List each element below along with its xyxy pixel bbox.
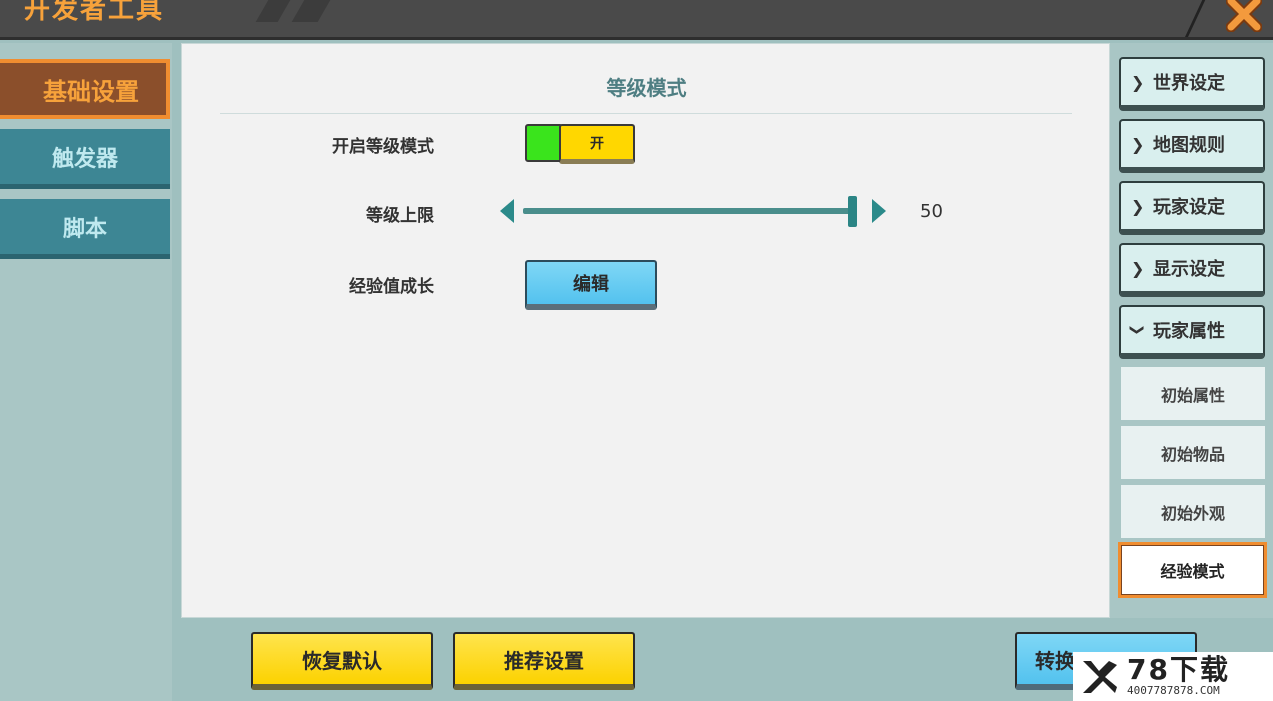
- category-label: 玩家设定: [1153, 197, 1225, 218]
- watermark-text: 78下载: [1127, 653, 1230, 686]
- close-button[interactable]: [1218, 0, 1270, 34]
- chevron-right-icon: ❯: [1131, 134, 1145, 154]
- chevron-right-icon: ❯: [1131, 196, 1145, 216]
- settings-panel: 等级模式 开启等级模式 开 等级上限 50 经验值成长 编辑: [181, 43, 1110, 618]
- category-label: 玩家属性: [1153, 321, 1225, 342]
- slider-increase-arrow-icon[interactable]: [872, 199, 886, 223]
- right-sidebar: ❯ 世界设定 ❯ 地图规则 ❯ 玩家设定 ❯ 显示设定 ❯ 玩家属性 初始属性 …: [1110, 43, 1273, 618]
- watermark: 78下载 4007787878.COM: [1073, 652, 1273, 701]
- level-cap-label: 等级上限: [366, 206, 434, 226]
- edit-exp-button[interactable]: 编辑: [525, 260, 657, 310]
- sub-item-initial-items[interactable]: 初始物品: [1121, 426, 1265, 479]
- close-x-icon: [1226, 0, 1262, 32]
- title-decoration: [291, 0, 331, 22]
- left-sidebar: 基础设置 触发器 脚本: [0, 43, 172, 701]
- level-cap-value: 50: [920, 201, 943, 222]
- slider-decrease-arrow-icon[interactable]: [500, 199, 514, 223]
- section-title: 等级模式: [606, 76, 687, 100]
- category-player-attributes[interactable]: ❯ 玩家属性: [1119, 305, 1265, 359]
- exp-growth-label: 经验值成长: [349, 277, 434, 297]
- category-display-settings[interactable]: ❯ 显示设定: [1119, 243, 1265, 297]
- tab-label: 触发器: [51, 146, 118, 172]
- toggle-knob: 开: [559, 124, 635, 164]
- sub-item-initial-appearance[interactable]: 初始外观: [1121, 485, 1265, 538]
- chevron-right-icon: ❯: [1131, 258, 1145, 278]
- chevron-right-icon: ❯: [1131, 72, 1145, 92]
- chevron-down-icon: ❯: [1129, 324, 1145, 336]
- category-map-rules[interactable]: ❯ 地图规则: [1119, 119, 1265, 173]
- reset-default-button[interactable]: 恢复默认: [251, 632, 433, 690]
- toggle-on-indicator: [525, 124, 563, 162]
- window-title: 开发者工具: [24, 0, 165, 25]
- category-label: 地图规则: [1153, 135, 1225, 156]
- tab-basic-settings[interactable]: 基础设置: [0, 59, 170, 119]
- section-divider: [220, 113, 1072, 114]
- tab-label: 基础设置: [43, 77, 139, 106]
- category-label: 世界设定: [1153, 73, 1225, 94]
- level-cap-slider[interactable]: [523, 208, 857, 214]
- category-world-settings[interactable]: ❯ 世界设定: [1119, 57, 1265, 111]
- recommend-settings-button[interactable]: 推荐设置: [453, 632, 635, 690]
- category-player-settings[interactable]: ❯ 玩家设定: [1119, 181, 1265, 235]
- tab-scripts[interactable]: 脚本: [0, 199, 170, 259]
- title-bar: 开发者工具: [0, 0, 1273, 40]
- tab-label: 脚本: [62, 216, 107, 242]
- slider-handle[interactable]: [848, 196, 857, 227]
- watermark-url: 4007787878.COM: [1127, 684, 1220, 697]
- watermark-logo-icon: [1083, 660, 1117, 693]
- title-divider: [1181, 0, 1206, 37]
- sub-item-exp-mode[interactable]: 经验模式: [1118, 542, 1267, 598]
- tab-triggers[interactable]: 触发器: [0, 129, 170, 189]
- category-label: 显示设定: [1153, 259, 1225, 280]
- title-decoration: [255, 0, 291, 22]
- level-mode-toggle[interactable]: 开: [525, 124, 637, 164]
- sub-item-initial-attributes[interactable]: 初始属性: [1121, 367, 1265, 420]
- level-mode-label: 开启等级模式: [332, 137, 434, 157]
